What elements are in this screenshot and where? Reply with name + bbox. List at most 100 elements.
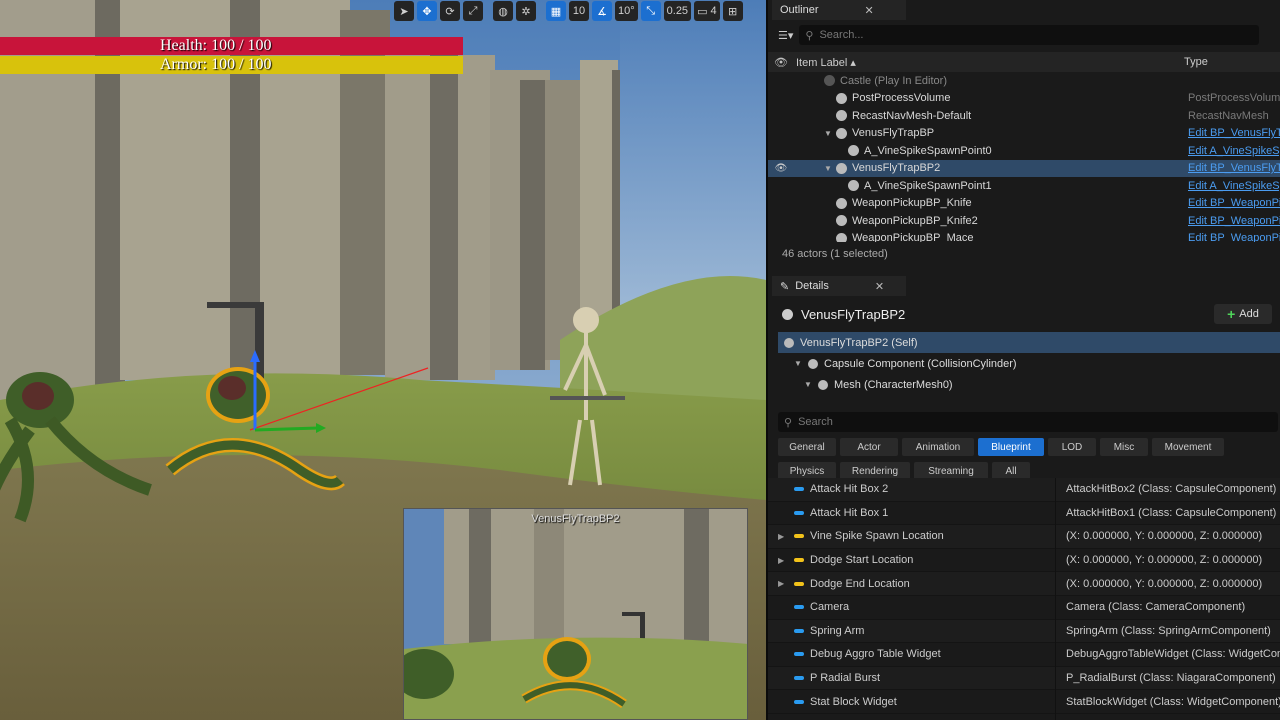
actor-icon <box>848 180 859 192</box>
grid-snap-value[interactable]: 10 <box>569 1 589 21</box>
details-search-input[interactable]: ⚲ Search <box>778 412 1278 432</box>
property-value: SpringArm (Class: SpringArmComponent) <box>1066 624 1271 637</box>
outliner-row[interactable]: A_VineSpikeSpawnPoint1 Edit A_VineSpikeSp <box>768 177 1280 195</box>
component-row[interactable]: VenusFlyTrapBP2 (Self) <box>778 332 1280 353</box>
property-name: Vine Spike Spawn Location <box>810 530 944 543</box>
chevron-right-icon[interactable]: ▶ <box>778 532 784 541</box>
outliner-row[interactable]: PostProcessVolume PostProcessVolum <box>768 90 1280 108</box>
actor-icon <box>836 127 847 139</box>
translate-mode-button[interactable]: ✥ <box>417 1 437 21</box>
property-row[interactable]: ▶ Vine Spike Spawn Location (X: 0.000000, … <box>768 525 1280 549</box>
property-row[interactable]: Spring Arm SpringArm (Class: SpringArmCom… <box>768 619 1280 644</box>
outliner-row[interactable]: ▼ VenusFlyTrapBP Edit BP_VenusFlyT <box>768 125 1280 143</box>
chevron-down-icon[interactable]: ▼ <box>804 380 812 389</box>
details-search-placeholder: Search <box>798 416 833 428</box>
camera-preview-scene <box>404 509 747 719</box>
outliner-row-type[interactable]: Edit BP_VenusFlyT <box>1188 127 1280 139</box>
outliner-row-type[interactable]: Edit BP_WeaponPi <box>1188 197 1280 209</box>
scale-snap-value[interactable]: 0.25 <box>663 1 692 21</box>
category-tab[interactable]: General <box>778 438 836 456</box>
select-mode-button[interactable]: ➤ <box>394 1 414 21</box>
tab-outliner[interactable]: Outliner ✕ <box>772 0 906 20</box>
outliner-row-label: VenusFlyTrapBP <box>852 127 935 140</box>
component-row[interactable]: ▼ Mesh (CharacterMesh0) <box>778 374 1280 395</box>
close-icon[interactable]: ✕ <box>865 4 874 17</box>
filter-icon[interactable]: ☰▾ <box>778 29 793 42</box>
outliner-row-type[interactable]: Edit A_VineSpikeSp <box>1188 145 1280 157</box>
variable-pin-icon <box>794 605 804 610</box>
actor-icon <box>836 162 847 174</box>
tab-details[interactable]: ✎ Details ✕ <box>772 276 906 296</box>
category-tab[interactable]: Movement <box>1152 438 1224 456</box>
camera-speed-button[interactable]: ▭ 4 <box>694 1 720 21</box>
camera-preview-title: VenusFlyTrapBP2 <box>531 513 620 525</box>
rotation-snap-value[interactable]: 10° <box>615 1 638 21</box>
category-tab[interactable]: Blueprint <box>978 438 1044 456</box>
category-tab[interactable]: LOD <box>1048 438 1096 456</box>
visibility-eye-icon[interactable]: 👁 <box>768 163 794 174</box>
outliner-row[interactable]: WeaponPickupBP_Knife2 Edit BP_WeaponPi <box>768 212 1280 230</box>
camera-icon: ▭ <box>697 5 708 18</box>
category-tab[interactable]: Animation <box>902 438 974 456</box>
actor-icon <box>836 215 847 227</box>
outliner-row-type[interactable]: Edit BP_WeaponPi <box>1188 232 1280 242</box>
outliner-row[interactable]: 👁 ▼ VenusFlyTrapBP2 Edit BP_VenusFlyT <box>768 159 1280 177</box>
property-name: Dodge End Location <box>810 577 910 590</box>
property-row[interactable]: Debug Aggro Table Widget DebugAggroTableW… <box>768 643 1280 667</box>
chevron-right-icon[interactable]: ▶ <box>778 556 784 565</box>
property-row[interactable]: ▶ Dodge End Location (X: 0.000000, Y: 0.00… <box>768 572 1280 596</box>
chevron-down-icon[interactable]: ▼ <box>824 129 832 138</box>
rotate-icon: ⟳ <box>445 5 455 18</box>
component-row[interactable]: ▼ Capsule Component (CollisionCylinder) <box>778 353 1280 374</box>
variable-pin-icon <box>794 487 804 492</box>
property-row[interactable]: Camera Camera (Class: CameraComponent) <box>768 596 1280 620</box>
outliner-status: 46 actors (1 selected) <box>782 248 888 260</box>
outliner-row-label: Castle (Play In Editor) <box>840 74 947 87</box>
grid-snap-toggle[interactable]: ▦ <box>546 1 566 21</box>
viewport-toolbar: ➤ ✥ ⟳ ⤢ ◍ ✲ ▦ 10 ∡ 10° ⤡ 0.25 ▭ 4 ⊞ <box>394 0 743 22</box>
property-row[interactable]: Stat Block Widget StatBlockWidget (Class:… <box>768 690 1280 714</box>
type-column[interactable]: Type <box>1184 56 1208 68</box>
add-component-button[interactable]: + Add <box>1214 304 1272 324</box>
outliner-row[interactable]: Castle (Play In Editor) <box>768 72 1280 90</box>
actor-icon <box>782 308 793 320</box>
property-row[interactable]: Attack Hit Box 1 AttackHitBox1 (Class: Ca… <box>768 502 1280 526</box>
scale-mode-button[interactable]: ⤢ <box>463 1 483 21</box>
property-column-divider[interactable] <box>1055 478 1056 720</box>
property-row[interactable]: ▶ Dodge Start Location (X: 0.000000, Y: 0.… <box>768 549 1280 573</box>
component-label: Capsule Component (CollisionCylinder) <box>824 357 1017 370</box>
rotate-mode-button[interactable]: ⟳ <box>440 1 460 21</box>
actor-icon <box>848 145 859 157</box>
component-icon <box>808 358 818 369</box>
outliner-row[interactable]: RecastNavMesh-Default RecastNavMesh <box>768 107 1280 125</box>
outliner-row-type[interactable]: Edit A_VineSpikeSp <box>1188 180 1280 192</box>
camera-preview[interactable]: VenusFlyTrapBP2 <box>403 508 748 720</box>
component-label: Mesh (CharacterMesh0) <box>834 378 953 391</box>
property-value: (X: 0.000000, Y: 0.000000, Z: 0.000000) <box>1066 577 1263 590</box>
chevron-down-icon[interactable]: ▼ <box>824 164 832 173</box>
coordinate-system-button[interactable]: ◍ <box>493 1 513 21</box>
property-row[interactable]: P Radial Burst P_RadialBurst (Class: Niag… <box>768 666 1280 691</box>
chevron-down-icon[interactable]: ▼ <box>794 359 802 368</box>
surface-snap-button[interactable]: ✲ <box>516 1 536 21</box>
property-name: Camera <box>810 601 850 614</box>
property-row[interactable]: Attack Hit Box 2 AttackHitBox2 (Class: Ca… <box>768 478 1280 502</box>
category-tab[interactable]: Actor <box>840 438 898 456</box>
category-tab[interactable]: Misc <box>1100 438 1148 456</box>
outliner-row-type[interactable]: Edit BP_WeaponPi <box>1188 215 1280 227</box>
outliner-row[interactable]: WeaponPickupBP_Knife Edit BP_WeaponPi <box>768 195 1280 213</box>
outliner-row-type[interactable]: Edit BP_VenusFlyT <box>1188 162 1280 174</box>
scale-snap-toggle[interactable]: ⤡ <box>640 1 661 21</box>
outliner-row[interactable]: WeaponPickupBP_Mace Edit BP_WeaponPi <box>768 230 1280 242</box>
chevron-right-icon[interactable]: ▶ <box>778 579 784 588</box>
property-value: AttackHitBox1 (Class: CapsuleComponent) <box>1066 506 1277 519</box>
details-title: VenusFlyTrapBP2 <box>801 306 906 322</box>
viewport-layout-button[interactable]: ⊞ <box>722 1 743 21</box>
item-label-column[interactable]: Item Label ▴ <box>794 56 1184 69</box>
outliner-row-type: RecastNavMesh <box>1188 109 1269 122</box>
outliner-row[interactable]: A_VineSpikeSpawnPoint0 Edit A_VineSpikeSp <box>768 142 1280 160</box>
outliner-search-input[interactable]: ⚲ Search... <box>799 25 1260 45</box>
level-viewport[interactable]: Health: 100 / 100 Armor: 100 / 100 ➤ ✥ ⟳… <box>0 0 766 720</box>
rotation-snap-toggle[interactable]: ∡ <box>592 1 612 21</box>
close-icon[interactable]: ✕ <box>875 280 884 293</box>
